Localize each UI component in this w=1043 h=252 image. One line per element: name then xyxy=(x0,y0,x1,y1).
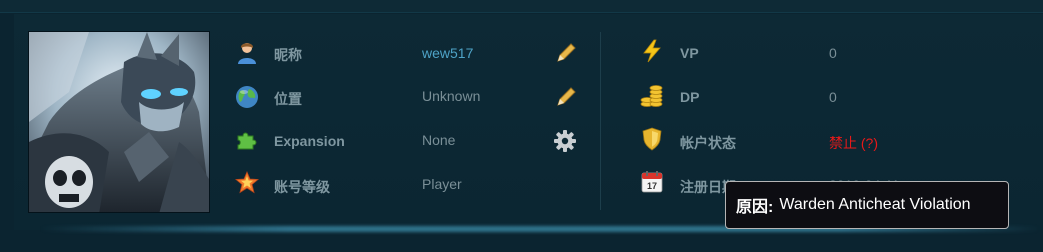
coins-icon xyxy=(640,84,664,108)
account-level-value: Player xyxy=(422,176,462,192)
shield-icon xyxy=(640,127,664,151)
calendar-day-number: 17 xyxy=(647,181,657,191)
column-divider xyxy=(600,32,601,210)
ban-reason-tooltip: 原因: Warden Anticheat Violation xyxy=(725,181,1009,229)
user-icon xyxy=(235,41,259,65)
nickname-value[interactable]: wew517 xyxy=(422,45,473,61)
puzzle-icon xyxy=(235,128,259,152)
nickname-label: 昵称 xyxy=(274,47,302,63)
star-medal-icon xyxy=(234,170,260,195)
dp-label: DP xyxy=(680,89,700,105)
globe-icon xyxy=(235,85,259,109)
vp-value: 0 xyxy=(829,45,837,61)
vp-label: VP xyxy=(680,45,699,61)
location-value: Unknown xyxy=(422,88,481,104)
account-status-value[interactable]: 禁止 (?) xyxy=(829,133,878,153)
account-level-label: 账号等级 xyxy=(274,179,330,195)
tooltip-text: Warden Anticheat Violation xyxy=(779,196,971,213)
calendar-icon: 17 xyxy=(640,170,664,194)
expansion-label: Expansion xyxy=(274,133,345,149)
account-status-label: 帐户状态 xyxy=(680,135,736,151)
gear-icon[interactable] xyxy=(553,129,576,152)
lich-king-portrait-image xyxy=(29,32,209,212)
pencil-icon[interactable] xyxy=(555,42,577,64)
expansion-value: None xyxy=(422,132,456,148)
top-bar xyxy=(0,0,1043,13)
tooltip-label: 原因: xyxy=(736,199,774,216)
pencil-icon[interactable] xyxy=(555,86,577,108)
location-label: 位置 xyxy=(274,91,302,107)
avatar xyxy=(28,31,210,213)
lightning-icon xyxy=(640,39,664,63)
dp-value: 0 xyxy=(829,89,837,105)
